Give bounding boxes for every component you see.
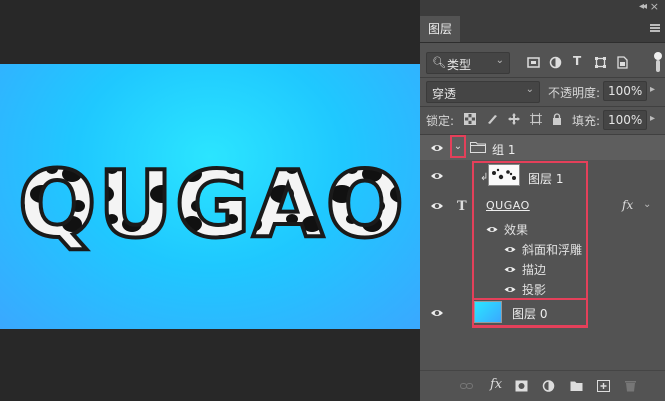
layers-list: ⌄ 组 1 ↲ 图层 1 T QUGAO fx ⌄ 效果 斜面和浮雕 描边 投影… — [420, 135, 665, 370]
layer-row-group[interactable]: ⌄ 组 1 — [420, 135, 665, 160]
layers-panel: ◂◂ × 图层 🔍︎ 类型 ⌄ T 穿透 ⌄ 不透明度: 100% ▸ 锁定: … — [420, 0, 665, 401]
divider — [420, 106, 665, 107]
blend-mode-value: 穿透 — [432, 87, 457, 101]
lock-artboard-icon[interactable] — [530, 113, 542, 125]
opacity-dropdown-icon[interactable]: ▸ — [650, 84, 655, 95]
document-workspace: QUGAO — [0, 0, 420, 400]
adjustment-filter-icon[interactable] — [549, 56, 562, 69]
qugao-artwork: QUGAO — [16, 149, 406, 260]
fill-label: 填充: — [572, 114, 601, 128]
filter-kind-label: 类型 — [447, 58, 472, 72]
panel-top-bar: ◂◂ × — [420, 0, 665, 16]
search-icon: 🔍︎ — [432, 56, 446, 69]
opacity-input[interactable]: 100% — [603, 81, 647, 101]
visibility-eye-icon[interactable] — [430, 308, 444, 318]
type-filter-icon[interactable]: T — [573, 54, 586, 68]
panel-menu-icon[interactable] — [650, 24, 660, 32]
fill-dropdown-icon[interactable]: ▸ — [650, 113, 655, 124]
layer-0-highlight — [472, 298, 588, 328]
chevron-down-icon[interactable]: ⌄ — [643, 199, 651, 210]
chevron-down-icon: ⌄ — [495, 55, 504, 66]
visibility-eye-icon[interactable] — [430, 143, 444, 153]
fx-icon[interactable]: fx — [490, 377, 503, 392]
shape-filter-icon[interactable] — [594, 56, 607, 69]
fill-value: 100% — [608, 113, 643, 127]
blend-mode-select[interactable]: 穿透 ⌄ — [426, 81, 540, 103]
tab-layers[interactable]: 图层 — [420, 16, 460, 42]
collapse-panels-icon[interactable]: ◂◂ — [639, 1, 647, 12]
group-layer-name: 组 1 — [492, 143, 516, 157]
layer-effects-icon[interactable]: fx — [622, 198, 633, 212]
opacity-value: 100% — [608, 84, 643, 98]
filter-kind-select[interactable]: 🔍︎ 类型 ⌄ — [426, 52, 510, 74]
folder-icon — [470, 142, 486, 153]
close-icon[interactable]: × — [650, 0, 659, 13]
pixel-filter-icon[interactable] — [527, 56, 540, 69]
text-layer-icon: T — [457, 199, 467, 214]
link-icon[interactable] — [460, 380, 473, 392]
artwork-text: QUGAO — [18, 151, 406, 258]
adjustment-icon[interactable] — [542, 380, 555, 392]
lock-position-icon[interactable] — [508, 113, 520, 125]
filter-toggle-switch[interactable] — [653, 52, 663, 74]
divider — [420, 77, 665, 78]
folder-icon[interactable] — [570, 380, 583, 392]
trash-icon[interactable] — [624, 380, 637, 392]
mask-icon[interactable] — [515, 380, 528, 392]
document-canvas[interactable]: QUGAO — [0, 64, 420, 329]
chevron-down-icon[interactable]: ⌄ — [450, 135, 466, 158]
lock-image-pixels-icon[interactable] — [486, 113, 498, 125]
visibility-eye-icon[interactable] — [430, 201, 444, 211]
lock-transparent-pixels-icon[interactable] — [464, 113, 476, 125]
lock-all-icon[interactable] — [551, 113, 563, 125]
panel-tab-bar: 图层 — [420, 16, 665, 43]
opacity-label: 不透明度: — [548, 86, 601, 100]
new-layer-icon[interactable] — [597, 380, 610, 392]
lock-label: 锁定: — [426, 114, 455, 128]
fill-input[interactable]: 100% — [603, 110, 647, 130]
smart-object-filter-icon[interactable] — [616, 56, 629, 69]
layers-bottom-toolbar: fx — [420, 370, 665, 401]
chevron-down-icon: ⌄ — [525, 84, 534, 95]
visibility-eye-icon[interactable] — [430, 171, 444, 181]
